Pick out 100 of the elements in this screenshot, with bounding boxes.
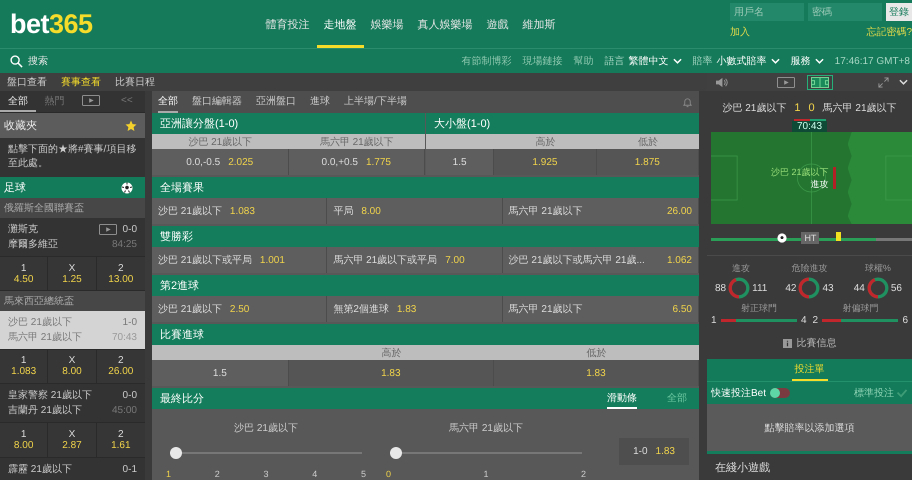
odds-cell[interactable]: 0.0,-0.5 2.025 [152,149,288,175]
toolbar-link[interactable]: 幫助 [574,54,594,68]
odds-cell[interactable]: 1.875 [596,149,699,175]
video-icon [82,95,100,106]
column-header: 高於 [380,346,402,360]
quick-bet-toggle[interactable] [770,388,790,398]
odds-cell[interactable]: 平局 8.00 [327,198,503,224]
favourites-header[interactable]: 收藏夾 [0,113,145,138]
password-field[interactable]: 密碼 [808,3,882,21]
star-icon[interactable] [125,120,137,132]
standard-bet-dropdown[interactable]: 標準投注 [854,386,894,400]
media-tab[interactable] [808,76,832,88]
line-cell: 1.5 [152,360,289,386]
slider-tick-label: 2 [214,469,220,479]
slider-tick-label: 3 [263,469,268,479]
column-header: 高於 [534,136,556,149]
language-dropdown[interactable]: 繁體中文 [628,54,669,68]
league-header[interactable]: 俄羅斯全國聯賽盃 [0,198,145,218]
quick-bet-label: 快速投注Bet [711,386,766,400]
market-tab[interactable]: 亞洲盤口 [256,91,296,113]
media-tab[interactable] [774,76,798,88]
pitch-icon [811,76,829,88]
match-row[interactable]: 霹靂 21歲以下 0-1 [0,458,145,480]
market-view-tab[interactable]: 全部 [667,388,687,409]
odds-cell[interactable]: 沙巴 21歲以下 2.50 [152,296,328,322]
slider-thumb[interactable] [170,447,182,459]
team-name: 馬六甲 21歲以下 [8,330,82,345]
stat-label: 進攻 [732,262,750,276]
chevron-down-icon [672,58,682,64]
odds-cell[interactable]: 0.0,+0.5 1.775 [288,149,425,175]
stat-value: 88 [715,282,726,294]
login-button[interactable]: 登錄 [886,3,912,21]
match-time: 70:43 [112,330,137,345]
odds-cell[interactable]: 馬六甲 21歲以下 26.00 [502,198,699,224]
score-odds-button[interactable]: 1-0 1.83 [619,438,689,465]
team-name: 吉蘭丹 21歲以下 [8,404,83,418]
match-row[interactable]: 灘斯克 摩爾多維亞 0-0 84:25 [0,218,145,256]
slider-thumb[interactable] [390,447,402,459]
view-tab[interactable]: 賽事查看 [54,75,108,89]
nav-tab[interactable]: 娛樂場 [364,0,411,48]
ratio-ring [866,277,889,300]
market-tab[interactable]: 上半場/下半場 [344,91,407,113]
ratio-ring [728,277,750,300]
mini-games-header[interactable]: 在綫小遊戲 [707,454,912,480]
match-info-link[interactable]: 比賽信息 [796,336,836,350]
odds-cell[interactable]: 馬六甲 21歲以下或平局 7.00 [327,247,503,273]
toolbar-link[interactable]: 有節制博彩 [462,54,512,68]
match-row[interactable]: 沙巴 21歲以下 馬六甲 21歲以下 1-0 70:43 [0,310,145,349]
team-name: 灘斯克 [8,222,39,237]
favourites-title: 收藏夾 [4,118,37,134]
market-tab[interactable]: 盤口編輯器 [192,91,242,113]
odds-format-dropdown[interactable]: 小數式賠率 [716,54,767,68]
video-icon [777,76,795,88]
odds-cell[interactable]: 沙巴 21歲以下 1.083 [152,198,328,224]
language-label: 語言 [604,54,625,68]
stat-value: 111 [752,282,768,294]
league-header[interactable]: 馬來西亞總統盃 [0,291,145,311]
username-field[interactable]: 用戶名 [730,3,804,21]
sidebar-tab[interactable]: 熱門 [36,91,72,112]
services-dropdown[interactable]: 服務 [790,54,811,68]
betslip-tab[interactable]: 投注單 [792,359,828,382]
odds-cell[interactable]: 沙巴 21歲以下或平局 1.001 [152,247,328,273]
stat-value: 6 [902,315,908,326]
market-view-tab[interactable]: 滑動條 [607,388,637,409]
team-name: 摩爾多維亞 [8,238,58,252]
team-name: 馬六甲 21歲以下 [448,422,524,435]
nav-tab[interactable]: 維加斯 [516,0,563,48]
search-icon[interactable] [10,54,23,68]
match-score: 0-1 [122,463,137,478]
sidebar-tab[interactable]: << [108,91,145,112]
join-link[interactable]: 加入 [730,25,750,39]
odds-cell[interactable]: 沙巴 21歲以下或馬六甲 21歲... 1.062 [502,247,699,273]
match-time: 45:00 [112,404,137,418]
team-name: 沙巴 21歲以下 [722,102,786,115]
nav-tab[interactable]: 真人娛樂場 [410,0,480,48]
expand-icon[interactable] [878,76,889,88]
team-name: 沙巴 21歲以下 [233,422,299,435]
slider-tick-label: 1 [166,469,172,479]
line-cell: 1.5 [426,149,494,175]
odds-cell[interactable]: 馬六甲 21歲以下 6.50 [502,296,699,322]
view-tab[interactable]: 盤口查看 [0,75,54,89]
column-header: 馬六甲 21歲以下 [318,136,395,149]
toolbar-link[interactable]: 現場鏈接 [522,54,563,68]
info-icon[interactable] [782,338,792,348]
sport-header[interactable]: 足球 [0,177,145,198]
market-title: 比賽進球 [160,328,204,342]
view-tab[interactable]: 比賽日程 [108,75,162,89]
forgot-password-link[interactable]: 忘記密碼? [866,25,912,39]
match-score: 0-0 [122,389,137,404]
column-header: 低於 [585,346,608,360]
search-field[interactable]: 搜索 [26,54,150,68]
odds-cell[interactable]: 無第2個進球 1.83 [327,296,503,322]
speaker-icon[interactable] [715,76,728,88]
logo[interactable]: bet365 [10,8,93,40]
market-tab[interactable]: 進球 [310,91,330,113]
match-row[interactable]: 皇家警察 21歲以下 吉蘭丹 21歲以下 0-0 45:00 [0,384,145,422]
nav-tab[interactable]: 體育投注 [258,0,317,48]
check-icon [896,388,908,398]
nav-tab[interactable]: 遊戲 [480,0,516,48]
slider-tick-label: 2 [580,469,586,479]
